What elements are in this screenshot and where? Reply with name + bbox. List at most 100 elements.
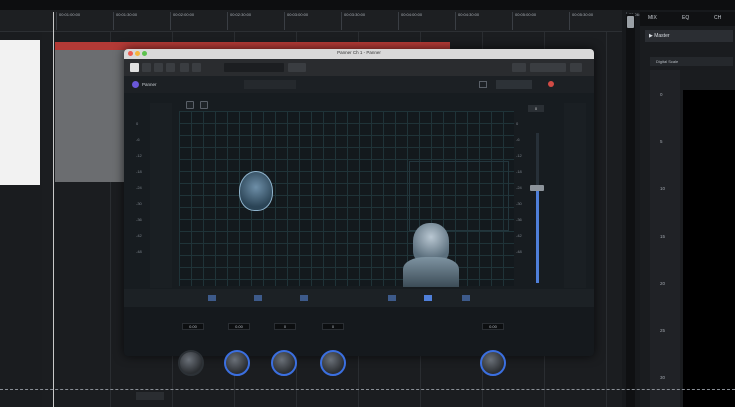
- axis-elevation-icon: [388, 295, 396, 301]
- scale-label: 0: [516, 121, 519, 126]
- scale-label: -30: [136, 201, 142, 206]
- remove-icon[interactable]: [200, 101, 208, 109]
- playhead[interactable]: [53, 12, 54, 407]
- preset-nav-buttons[interactable]: [288, 63, 306, 72]
- read-icon[interactable]: [142, 63, 151, 72]
- meter-label: 5: [660, 139, 663, 144]
- ruler-marker[interactable]: 00:01:00:00: [56, 12, 80, 30]
- axis-distance-icon: [462, 295, 470, 301]
- head-top-view-icon[interactable]: [239, 171, 273, 211]
- meter-label: 10: [660, 186, 666, 191]
- ruler-marker[interactable]: 00:02:00:00: [170, 12, 194, 30]
- meter-label: 0: [660, 92, 663, 97]
- ruler-marker[interactable]: 00:03:30:00: [341, 12, 365, 30]
- knob-controls: 0.00 0.00 0 0 0.00: [124, 307, 594, 356]
- scale-label: -24: [136, 185, 142, 190]
- dashed-guide-line: [0, 389, 735, 390]
- plugin-name: Panner: [142, 82, 157, 87]
- knob-4[interactable]: [320, 350, 346, 376]
- shoulders-icon: [403, 257, 459, 287]
- axis-x-icon: [208, 295, 216, 301]
- level-meter: [683, 90, 735, 407]
- checkbox-icon[interactable]: [479, 81, 487, 88]
- panner-plugin-window: Panner Ch 1 - Panner Panner 0 0 -6 -12 -…: [124, 49, 594, 356]
- add-icon[interactable]: [186, 101, 194, 109]
- knob-2[interactable]: [224, 350, 250, 376]
- record-icon[interactable]: [548, 81, 554, 87]
- panner-main-area: 0 0 -6 -12 -18 -24 -30 -36 -42 -48 0 -6 …: [124, 93, 594, 289]
- level-fader-handle[interactable]: [530, 185, 544, 191]
- axis-y-icon: [254, 295, 262, 301]
- ruler-marker[interactable]: 00:01:30:00: [113, 12, 137, 30]
- preset-selector[interactable]: [224, 63, 284, 72]
- scale-label: -30: [516, 201, 522, 206]
- scale-label: -18: [136, 169, 142, 174]
- timeline-ruler[interactable]: 00:01:00:00 00:01:30:00 00:02:00:00 00:02:3…: [0, 10, 707, 32]
- master-channel-header[interactable]: ▶ Master: [645, 30, 733, 42]
- scale-label: -42: [136, 233, 142, 238]
- grid-line: [606, 32, 607, 407]
- plugin-logo-icon: [132, 81, 139, 88]
- mixer-tabs: MIX EQ CH: [640, 12, 735, 26]
- chevron-right-icon[interactable]: [570, 63, 582, 72]
- scale-label: -6: [136, 137, 140, 142]
- plugin-toolbar: [124, 59, 594, 76]
- ruler-marker[interactable]: 00:05:00:00: [512, 12, 536, 30]
- scale-label: -48: [136, 249, 142, 254]
- tab-ch[interactable]: CH: [714, 15, 721, 21]
- ruler-marker[interactable]: 00:03:00:00: [284, 12, 308, 30]
- fader-value: 0: [528, 105, 544, 112]
- settings-icon[interactable]: [180, 63, 189, 72]
- axis-azimuth-icon: [424, 295, 432, 301]
- power-icon[interactable]: [130, 63, 139, 72]
- scale-label: -42: [516, 233, 522, 238]
- tab-mix[interactable]: MIX: [648, 15, 657, 21]
- left-scale-column: [150, 103, 172, 288]
- ruler-marker[interactable]: 00:04:00:00: [398, 12, 422, 30]
- meter-label: 15: [660, 234, 666, 239]
- ruler-marker[interactable]: 00:02:30:00: [227, 12, 251, 30]
- knob-value[interactable]: 0.00: [482, 323, 504, 330]
- knob-1[interactable]: [178, 350, 204, 376]
- view-toggle[interactable]: [496, 80, 532, 89]
- track-inspector-box: [0, 40, 40, 185]
- plugin-titlebar[interactable]: Panner Ch 1 - Panner: [124, 49, 594, 59]
- ruler-marker[interactable]: 00:05:30:00: [569, 12, 593, 30]
- knob-value[interactable]: 0.00: [228, 323, 250, 330]
- layout-icon[interactable]: [512, 63, 526, 72]
- scale-label: -6: [516, 137, 520, 142]
- scroll-thumb[interactable]: [627, 16, 634, 28]
- knob-value[interactable]: 0: [322, 323, 344, 330]
- knob-value[interactable]: 0: [274, 323, 296, 330]
- right-scale-column: [564, 103, 586, 288]
- knob-3[interactable]: [271, 350, 297, 376]
- scale-label: -18: [516, 169, 522, 174]
- scale-label: -36: [136, 217, 142, 222]
- scale-label: -36: [516, 217, 522, 222]
- axis-readout-band: [124, 289, 594, 307]
- meter-label: 25: [660, 328, 666, 333]
- ruler-marker[interactable]: 00:04:30:00: [455, 12, 479, 30]
- mode-select[interactable]: [244, 80, 296, 89]
- plugin-header: Panner: [124, 76, 594, 93]
- write-icon[interactable]: [154, 63, 163, 72]
- knob-5[interactable]: [480, 350, 506, 376]
- rear-view-frame: [409, 161, 509, 231]
- level-fader-fill: [536, 188, 539, 283]
- knob-value[interactable]: 0.00: [182, 323, 204, 330]
- meter-label: 20: [660, 281, 666, 286]
- output-selector[interactable]: [530, 63, 566, 72]
- scale-label: -24: [516, 185, 522, 190]
- compare-icon[interactable]: [166, 63, 175, 72]
- panning-grid[interactable]: [179, 111, 514, 287]
- menu-icon[interactable]: [192, 63, 201, 72]
- meter-label: 30: [660, 375, 666, 380]
- vertical-scrollbar[interactable]: [626, 14, 635, 407]
- bottom-status-chip[interactable]: [136, 392, 164, 400]
- scale-label: -12: [136, 153, 142, 158]
- window-title: Panner Ch 1 - Panner: [337, 50, 381, 55]
- tab-eq[interactable]: EQ: [682, 15, 689, 21]
- axis-z-icon: [300, 295, 308, 301]
- scale-select[interactable]: Digital Scale: [650, 57, 733, 66]
- top-status-bar: [0, 0, 735, 10]
